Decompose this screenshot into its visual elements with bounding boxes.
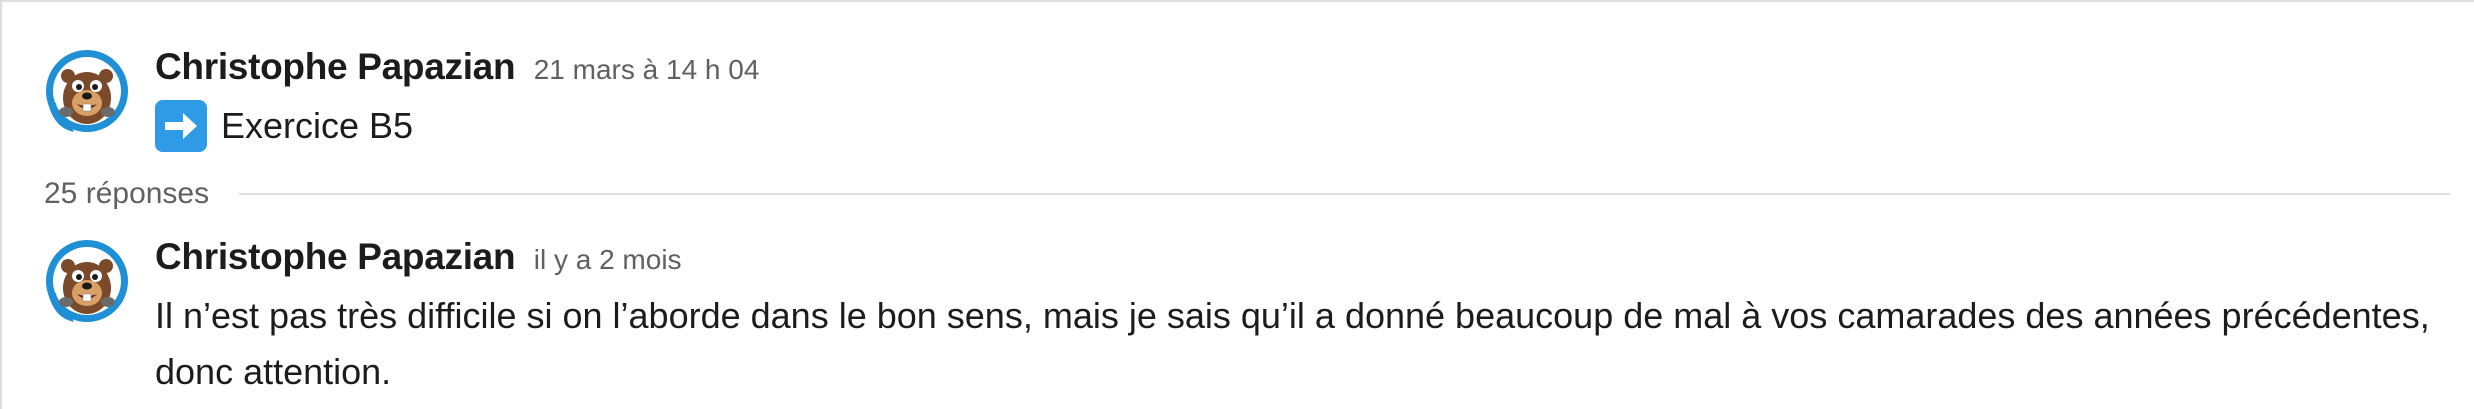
beaver-avatar-icon [46, 50, 128, 132]
arrow-right-emoji-icon [155, 100, 207, 152]
divider-line [239, 193, 2450, 195]
replies-divider: 25 réponses [44, 174, 2450, 214]
message-text: Exercice B5 [221, 105, 414, 146]
message-body: Exercice B5 [155, 98, 413, 154]
message-header: Christophe Papazian il y a 2 mois [155, 236, 682, 278]
avatar[interactable] [44, 238, 130, 324]
author-name[interactable]: Christophe Papazian [155, 46, 516, 87]
beaver-avatar-icon [46, 240, 128, 322]
message-text: Il n’est pas très difficile si on l’abor… [155, 295, 2430, 392]
author-name[interactable]: Christophe Papazian [155, 236, 516, 277]
message-timestamp[interactable]: 21 mars à 14 h 04 [534, 54, 760, 85]
reply-count-label[interactable]: 25 réponses [44, 177, 209, 211]
message-header: Christophe Papazian 21 mars à 14 h 04 [155, 46, 759, 88]
message-timestamp[interactable]: il y a 2 mois [534, 244, 682, 275]
avatar[interactable] [44, 48, 130, 134]
